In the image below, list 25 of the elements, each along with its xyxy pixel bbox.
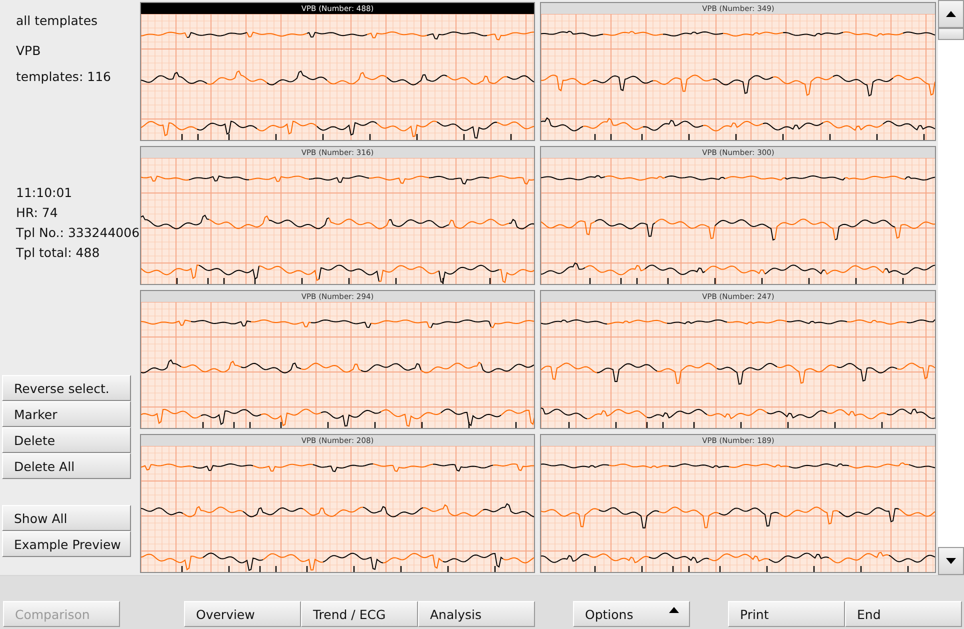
detail-text: 11:10:01 [15, 184, 74, 202]
caret-icon [669, 607, 679, 613]
toolbar-button[interactable]: Analysis [418, 601, 535, 627]
toolbar-button[interactable]: Print [728, 601, 845, 627]
side-button[interactable]: Example Preview [2, 531, 131, 557]
up-arrow-icon [946, 11, 956, 17]
side-button[interactable]: Delete All [2, 453, 131, 479]
toolbar-button[interactable]: Overview [184, 601, 301, 627]
scroll-down-button[interactable] [938, 547, 964, 575]
scroll-up-button[interactable] [938, 0, 964, 28]
detail-text: Tpl No.: 333244006 [15, 224, 140, 242]
side-button[interactable]: Show All [2, 505, 131, 531]
side-button[interactable]: Marker [2, 401, 131, 427]
type-label: VPB [15, 42, 42, 60]
side-button[interactable]: Reverse select. [2, 375, 131, 401]
detail-text: Tpl total: 488 [15, 244, 101, 262]
detail-text: HR: 74 [15, 204, 59, 222]
toolbar-button[interactable]: Options [573, 601, 690, 627]
down-arrow-icon [946, 558, 956, 564]
side-button[interactable]: Delete [2, 427, 131, 453]
filter-label: all templates [15, 12, 99, 30]
template-count: templates: 116 [15, 68, 112, 86]
toolbar-button[interactable]: End [845, 601, 962, 627]
toolbar-button[interactable]: Trend / ECG [301, 601, 418, 627]
scroll-thumb[interactable] [938, 28, 964, 40]
